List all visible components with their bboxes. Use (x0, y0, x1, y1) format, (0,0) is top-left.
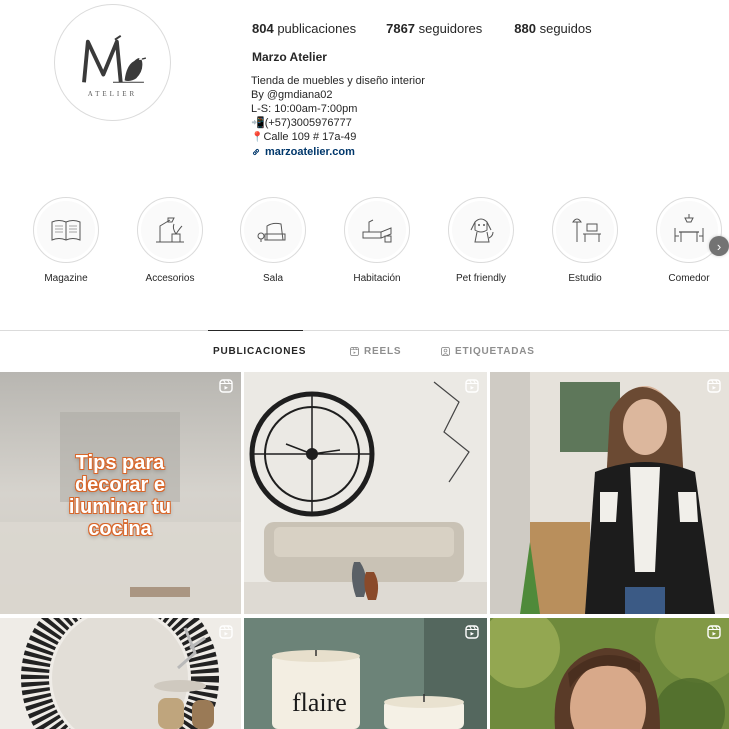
highlight-sala[interactable]: Sala (223, 197, 323, 284)
post-item[interactable]: Tips para decorar e iluminar tu cocina (0, 372, 241, 614)
reel-badge-icon (707, 625, 721, 639)
profile-avatar[interactable]: ATELIER (54, 4, 171, 121)
highlight-accesorios[interactable]: Accesorios (120, 197, 220, 284)
story-highlights: Magazine Accesorios Sala Habitación Pet … (0, 197, 729, 292)
post-overlay-text: Tips para decorar e iluminar tu cocina (68, 452, 172, 540)
highlight-label: Pet friendly (455, 273, 507, 284)
lamp-plant-icon (156, 217, 184, 243)
post-item[interactable] (490, 372, 729, 614)
posts-count: 804 (252, 21, 274, 36)
tagged-icon (441, 346, 450, 356)
reel-badge-icon (219, 625, 233, 639)
post-image (0, 618, 241, 729)
followers-count: 7867 (386, 21, 416, 36)
tab-label: PUBLICACIONES (213, 346, 307, 357)
bed-icon (362, 219, 392, 243)
post-item[interactable] (490, 618, 729, 729)
bio-website-link[interactable]: marzoatelier.com (251, 145, 425, 159)
highlight-magazine[interactable]: Magazine (16, 197, 116, 284)
posts-stat: 804 publicaciones (252, 21, 356, 36)
post-item[interactable]: flaire (244, 618, 487, 729)
dining-table-icon (674, 214, 704, 242)
tab-reels[interactable]: REELS (350, 330, 401, 372)
reel-badge-icon (465, 625, 479, 639)
reel-badge-icon (465, 379, 479, 393)
dog-icon (470, 218, 494, 243)
post-image (244, 372, 487, 614)
highlight-habitacion[interactable]: Habitación (327, 197, 427, 284)
profile-name: Marzo Atelier (252, 50, 327, 64)
desk-icon (572, 218, 601, 242)
reels-icon (350, 346, 359, 356)
chevron-right-icon: › (716, 238, 722, 254)
highlight-label: Magazine (44, 273, 88, 284)
bio-line-hours: L-S: 10:00am-7:00pm (251, 103, 358, 115)
product-brand-text: flaire (292, 688, 347, 717)
link-icon (252, 148, 260, 156)
phone-icon: 📲 (251, 117, 265, 129)
website-label: marzoatelier.com (265, 146, 355, 158)
profile-stats: 804 publicaciones 7867 seguidores 880 se… (252, 21, 592, 36)
highlight-estudio[interactable]: Estudio (535, 197, 635, 284)
book-icon (51, 220, 81, 241)
post-image (490, 372, 729, 614)
post-item[interactable] (0, 618, 241, 729)
highlight-label: Habitación (353, 273, 401, 284)
post-image (244, 618, 487, 729)
reel-badge-icon (219, 379, 233, 393)
bio-line-address: 📍Calle 109 # 17a-49 (251, 131, 357, 143)
reel-badge-icon (707, 379, 721, 393)
profile-tabs: PUBLICACIONES REELS ETIQUETADAS (0, 330, 729, 372)
post-image (490, 618, 729, 729)
tab-label: REELS (364, 345, 402, 357)
highlight-label: Estudio (568, 273, 602, 284)
marzo-logo-icon (81, 34, 146, 83)
pin-icon: 📍 (251, 132, 264, 143)
following-stat[interactable]: 880 seguidos (514, 21, 591, 36)
armchair-icon (257, 222, 286, 242)
tab-etiquetadas[interactable]: ETIQUETADAS (441, 330, 535, 372)
tab-publicaciones[interactable]: PUBLICACIONES (208, 330, 307, 372)
bio-line-description: Tienda de muebles y diseño interior (251, 75, 425, 87)
highlights-next-button[interactable]: › (709, 236, 729, 256)
logo-subtitle: ATELIER (87, 89, 138, 98)
followers-stat[interactable]: 7867 seguidores (386, 21, 482, 36)
highlight-label: Comedor (668, 273, 710, 284)
highlight-pet-friendly[interactable]: Pet friendly (431, 197, 531, 284)
tab-label: ETIQUETADAS (455, 345, 535, 357)
highlight-label: Sala (262, 273, 283, 284)
highlight-label: Accesorios (145, 273, 195, 284)
posts-label: publicaciones (277, 21, 357, 36)
following-count: 880 (514, 21, 536, 36)
following-label: seguidos (539, 21, 592, 36)
bio-line-owner: By @gmdiana02 (251, 89, 333, 101)
profile-bio: Tienda de muebles y diseño interior By @… (251, 74, 425, 159)
post-item[interactable] (244, 372, 487, 614)
bio-line-phone: 📲(+57)3005976777 (251, 117, 352, 129)
followers-label: seguidores (418, 21, 483, 36)
